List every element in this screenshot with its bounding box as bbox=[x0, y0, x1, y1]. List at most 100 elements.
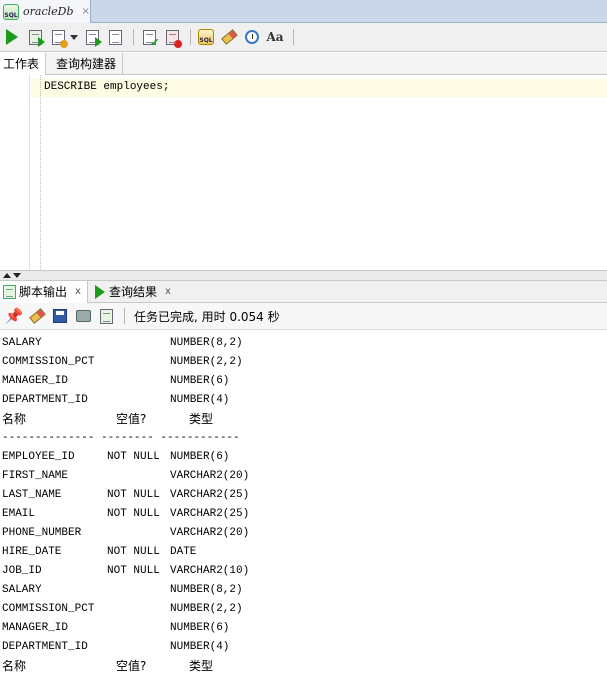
document-tab-bar: SQL oracleDb × bbox=[0, 0, 607, 23]
task-status-text: 任务已完成, 用时 0.054 秒 bbox=[134, 309, 280, 324]
pane-splitter[interactable] bbox=[0, 270, 607, 281]
tab-query-result-label: 查询结果 bbox=[108, 285, 157, 299]
output-col-null: NOT NULL bbox=[107, 489, 160, 501]
minimize-down-icon[interactable] bbox=[13, 273, 21, 278]
output-col-type: NUMBER(8,2) bbox=[170, 337, 243, 349]
save-output-button[interactable] bbox=[50, 306, 70, 326]
save-icon bbox=[53, 309, 67, 323]
output-col-name: JOB_ID bbox=[2, 565, 42, 577]
output-col-name: COMMISSION_PCT bbox=[2, 356, 95, 368]
output-col-type: NUMBER(2,2) bbox=[170, 603, 243, 615]
tab-query-builder[interactable]: 查询构建器 bbox=[46, 52, 124, 75]
autotrace-button[interactable] bbox=[105, 27, 125, 47]
output-col-type: VARCHAR2(25) bbox=[170, 489, 250, 501]
sql-tuning-advisor-button[interactable] bbox=[242, 27, 262, 47]
output-col-name: SALARY bbox=[2, 584, 42, 596]
worksheet-subtabs: 工作表 查询构建器 bbox=[0, 52, 607, 75]
tab-query-result[interactable]: 查询结果 x bbox=[88, 281, 177, 303]
to-upper-lower-button[interactable]: Aa bbox=[265, 27, 285, 47]
output-col-null: NOT NULL bbox=[107, 546, 160, 558]
toolbar-separator bbox=[190, 29, 191, 45]
editor-gutter bbox=[0, 75, 30, 270]
tab-script-output[interactable]: 脚本输出 x bbox=[0, 280, 88, 303]
document-tab-close-icon[interactable]: × bbox=[82, 6, 90, 17]
output-header-null: 空值? bbox=[116, 412, 147, 426]
output-col-name: MANAGER_ID bbox=[2, 375, 69, 387]
to-upper-lower-icon: Aa bbox=[266, 30, 284, 44]
output-col-null: NOT NULL bbox=[107, 565, 160, 577]
buffer-size-button[interactable] bbox=[96, 306, 116, 326]
output-header-null: 空值? bbox=[116, 659, 147, 673]
output-col-type: VARCHAR2(20) bbox=[170, 527, 250, 539]
document-tab-label: oracleDb bbox=[23, 5, 74, 18]
document-icon bbox=[99, 308, 113, 324]
worksheet-toolbar: ✔ SQL Aa bbox=[0, 23, 607, 52]
output-header-type: 类型 bbox=[189, 659, 214, 673]
toolbar-separator bbox=[124, 308, 125, 324]
sql-editor[interactable]: DESCRIBE employees; bbox=[0, 75, 607, 270]
output-header-type: 类型 bbox=[189, 412, 214, 426]
sql-tuning-button[interactable]: SQL bbox=[196, 27, 216, 47]
sql-history-button[interactable] bbox=[48, 27, 68, 48]
clock-icon bbox=[245, 30, 259, 44]
output-toolbar: 📌 任务已完成, 用时 0.054 秒 bbox=[0, 303, 607, 330]
run-script-icon bbox=[28, 29, 45, 47]
explain-plan-icon bbox=[85, 29, 102, 47]
commit-button[interactable]: ✔ bbox=[139, 27, 160, 49]
sql-history-icon bbox=[51, 29, 68, 48]
toolbar-separator bbox=[133, 29, 134, 45]
output-col-type: NUMBER(6) bbox=[170, 622, 230, 634]
output-header-name: 名称 bbox=[2, 412, 27, 426]
output-col-type: NUMBER(4) bbox=[170, 641, 230, 653]
sql-tuning-icon: SQL bbox=[198, 29, 214, 45]
sql-history-dropdown-icon[interactable] bbox=[70, 34, 78, 40]
tab-query-result-close-icon[interactable]: x bbox=[165, 286, 171, 297]
run-statement-button[interactable] bbox=[2, 27, 22, 47]
output-col-type: VARCHAR2(10) bbox=[170, 565, 250, 577]
output-col-name: COMMISSION_PCT bbox=[2, 603, 95, 615]
clear-icon bbox=[28, 308, 46, 324]
tab-script-output-close-icon[interactable]: x bbox=[75, 286, 81, 297]
output-col-type: NUMBER(4) bbox=[170, 394, 230, 406]
rollback-button[interactable] bbox=[162, 27, 182, 48]
output-col-type: VARCHAR2(20) bbox=[170, 470, 250, 482]
sql-worksheet-icon: SQL bbox=[3, 3, 19, 20]
output-col-name: LAST_NAME bbox=[2, 489, 62, 501]
autotrace-icon bbox=[108, 29, 122, 45]
output-col-type: NUMBER(8,2) bbox=[170, 584, 243, 596]
pin-icon: 📌 bbox=[4, 307, 24, 325]
editor-code-line[interactable]: DESCRIBE employees; bbox=[44, 81, 169, 93]
clear-icon bbox=[220, 29, 238, 45]
document-tab-oracledb[interactable]: SQL oracleDb × bbox=[0, 0, 91, 23]
output-col-name: MANAGER_ID bbox=[2, 622, 69, 634]
output-col-type: DATE bbox=[170, 546, 197, 558]
tab-worksheet[interactable]: 工作表 bbox=[0, 52, 47, 75]
output-col-type: NUMBER(2,2) bbox=[170, 356, 243, 368]
rollback-icon bbox=[165, 29, 182, 48]
output-col-null: NOT NULL bbox=[107, 451, 160, 463]
explain-plan-button[interactable] bbox=[82, 27, 102, 47]
output-col-name: PHONE_NUMBER bbox=[2, 527, 82, 539]
toolbar-separator bbox=[293, 29, 294, 45]
output-col-type: NUMBER(6) bbox=[170, 375, 230, 387]
clear-button[interactable] bbox=[219, 27, 239, 47]
script-output-area[interactable]: SALARY NUMBER(8,2) COMMISSION_PCT NUMBER(2,… bbox=[0, 330, 607, 683]
clear-output-button[interactable] bbox=[27, 306, 47, 326]
output-col-type: VARCHAR2(25) bbox=[170, 508, 250, 520]
commit-icon: ✔ bbox=[142, 29, 160, 49]
output-col-name: FIRST_NAME bbox=[2, 470, 69, 482]
editor-fold-guide bbox=[40, 75, 41, 270]
script-output-icon bbox=[3, 284, 16, 299]
output-separator: -------------- -------- ------------ bbox=[2, 432, 240, 444]
output-col-type: NUMBER(6) bbox=[170, 451, 230, 463]
print-output-button[interactable] bbox=[73, 306, 93, 326]
query-result-icon bbox=[94, 284, 105, 299]
output-col-name: EMAIL bbox=[2, 508, 36, 520]
output-col-name: HIRE_DATE bbox=[2, 546, 62, 558]
tab-script-output-label: 脚本输出 bbox=[19, 285, 68, 299]
output-tabs: 脚本输出 x 查询结果 x bbox=[0, 280, 607, 303]
run-script-button[interactable] bbox=[25, 27, 45, 47]
print-icon bbox=[75, 310, 91, 322]
maximize-up-icon[interactable] bbox=[3, 273, 11, 278]
freeze-pin-button[interactable]: 📌 bbox=[4, 306, 24, 326]
